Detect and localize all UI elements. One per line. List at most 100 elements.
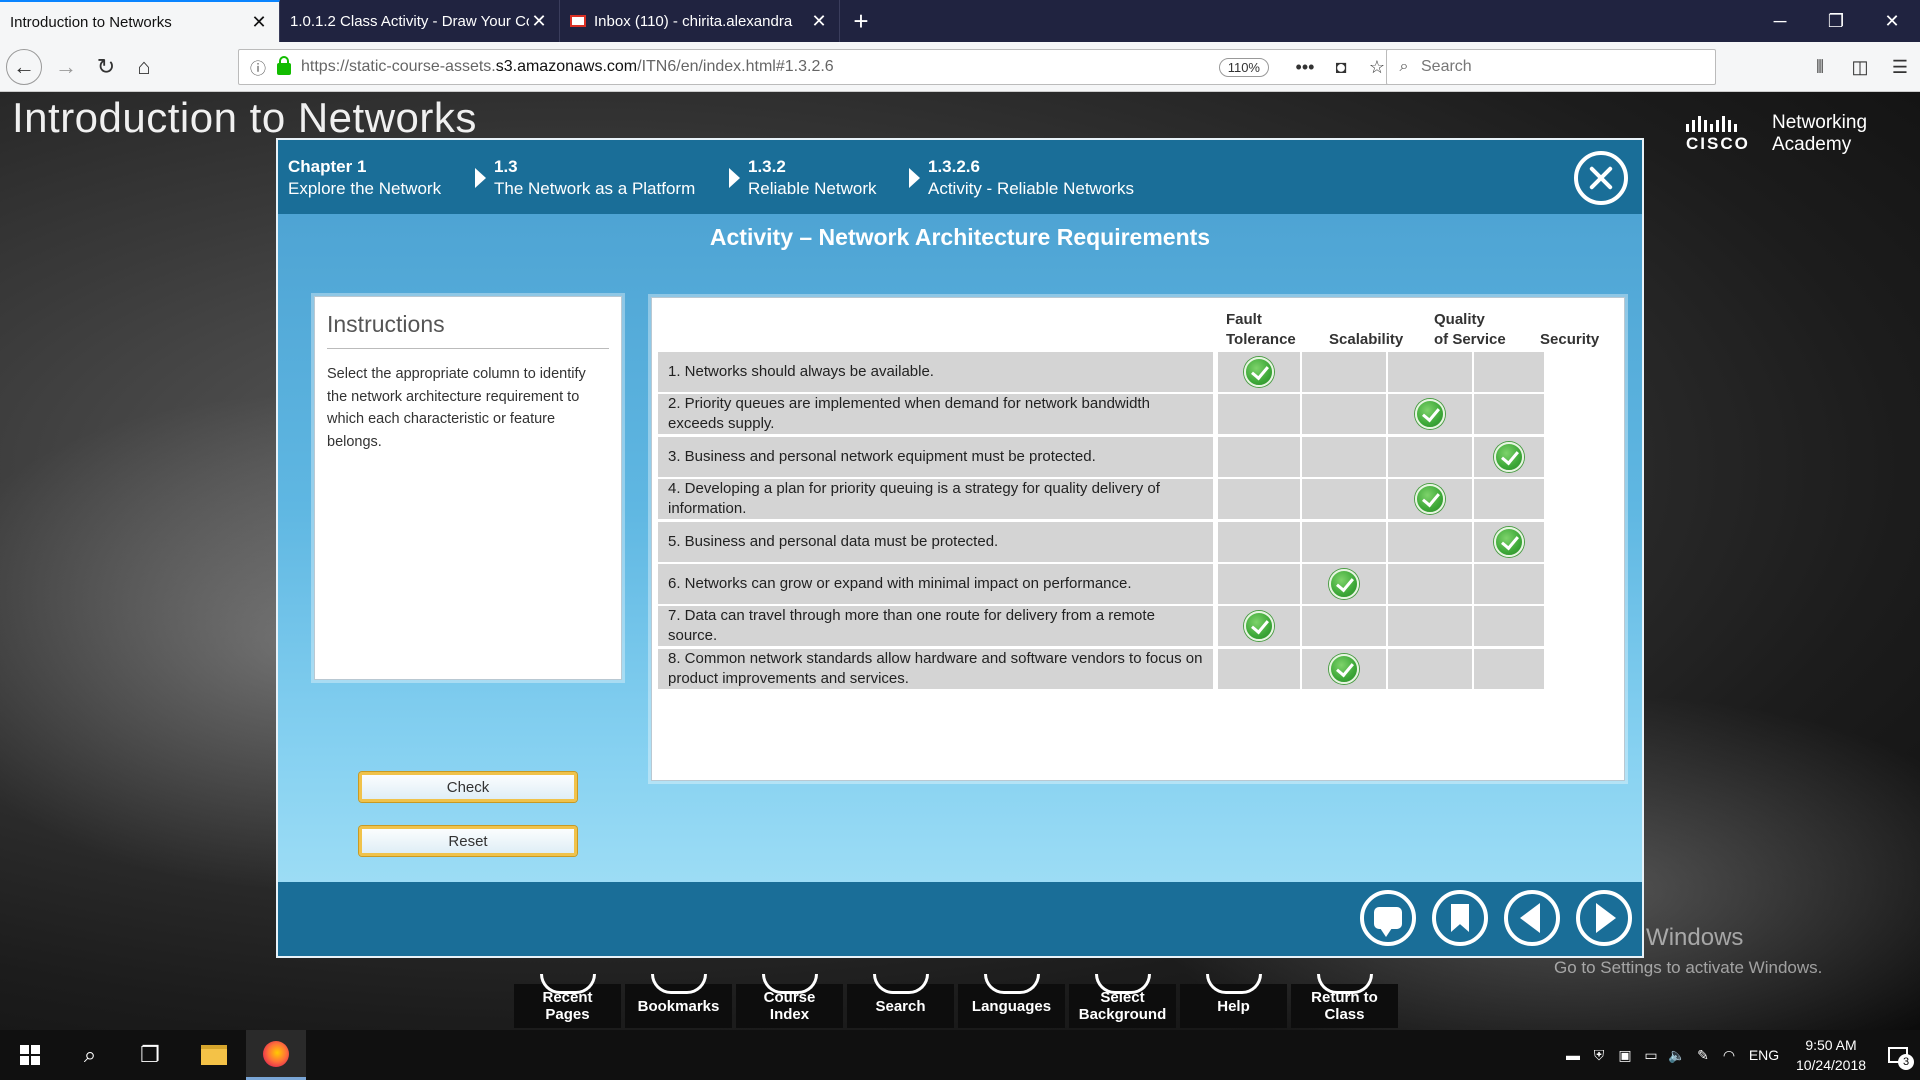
breadcrumb-topic[interactable]: 1.3.2 Reliable Network xyxy=(748,156,877,200)
tab-class-activity[interactable]: 1.0.1.2 Class Activity - Draw Your Co ✕ xyxy=(280,0,560,42)
cell-quality-of-service[interactable] xyxy=(1388,352,1472,392)
cell-scalability[interactable] xyxy=(1302,394,1386,435)
search-button[interactable]: Search xyxy=(847,974,954,1028)
breadcrumb-arrow-icon xyxy=(909,168,920,188)
home-icon[interactable]: ⌂ xyxy=(126,49,162,85)
reset-button[interactable]: Reset xyxy=(359,826,577,856)
security-icon[interactable]: ⛨ xyxy=(1586,1047,1612,1064)
cell-security[interactable] xyxy=(1474,436,1544,477)
reload-icon[interactable]: ↻ xyxy=(88,49,124,85)
next-button[interactable] xyxy=(1576,890,1632,946)
cell-scalability[interactable] xyxy=(1302,521,1386,562)
info-icon[interactable]: ⓘ xyxy=(245,55,271,79)
network-status-icon[interactable]: ▬ xyxy=(1560,1047,1586,1063)
previous-button[interactable] xyxy=(1504,890,1560,946)
help-button[interactable]: Help xyxy=(1180,974,1287,1028)
menu-icon[interactable]: ☰ xyxy=(1880,49,1920,85)
tab-introduction-to-networks[interactable]: Introduction to Networks ✕ xyxy=(0,0,280,42)
languages-button[interactable]: Languages xyxy=(958,974,1065,1028)
forward-arrow-icon[interactable]: → xyxy=(48,49,84,85)
cell-quality-of-service[interactable] xyxy=(1388,521,1472,562)
breadcrumb-chapter[interactable]: Chapter 1 Explore the Network xyxy=(288,156,441,200)
cell-quality-of-service[interactable] xyxy=(1388,606,1472,647)
tab-inbox[interactable]: Inbox (110) - chirita.alexandra ✕ xyxy=(560,0,840,42)
task-view-icon[interactable]: ❐ xyxy=(120,1030,180,1080)
cell-security[interactable] xyxy=(1474,521,1544,562)
input-language[interactable]: ENG xyxy=(1742,1047,1786,1063)
cell-scalability[interactable] xyxy=(1302,479,1386,520)
cell-scalability[interactable] xyxy=(1302,648,1386,689)
sidebar-icon[interactable]: ◫ xyxy=(1840,49,1880,85)
volume-icon[interactable]: 🔈 xyxy=(1664,1047,1690,1064)
cell-scalability[interactable] xyxy=(1302,564,1386,604)
cell-quality-of-service[interactable] xyxy=(1388,479,1472,520)
pen-icon[interactable]: ✎ xyxy=(1690,1047,1716,1064)
app-tray-icon[interactable]: ▣ xyxy=(1612,1047,1638,1064)
bookmarks-icon xyxy=(651,974,707,994)
address-bar[interactable]: ⓘ https://static-course-assets.s3.amazon… xyxy=(238,49,1396,85)
cell-security[interactable] xyxy=(1474,394,1544,435)
battery-icon[interactable]: ▭ xyxy=(1638,1047,1664,1064)
search-icon[interactable]: ⌕ xyxy=(60,1030,120,1080)
search-input[interactable]: ⌕ Search xyxy=(1386,49,1716,85)
minimize-icon[interactable]: ─ xyxy=(1752,0,1808,42)
cell-fault-tolerance[interactable] xyxy=(1218,436,1300,477)
close-tab-icon[interactable]: ✕ xyxy=(809,11,829,32)
firefox-icon[interactable] xyxy=(246,1030,306,1080)
tab-title: Introduction to Networks xyxy=(10,13,172,31)
cell-fault-tolerance[interactable] xyxy=(1218,394,1300,435)
cell-fault-tolerance[interactable] xyxy=(1218,521,1300,562)
cell-fault-tolerance[interactable] xyxy=(1218,479,1300,520)
bookmarks-button[interactable]: Bookmarks xyxy=(625,974,732,1028)
cell-security[interactable] xyxy=(1474,648,1544,689)
select-background-button[interactable]: Select Background xyxy=(1069,974,1176,1028)
cell-security[interactable] xyxy=(1474,352,1544,392)
check-button[interactable]: Check xyxy=(359,772,577,802)
cell-quality-of-service[interactable] xyxy=(1388,648,1472,689)
instructions-panel: Instructions Select the appropriate colu… xyxy=(314,296,622,680)
library-icon[interactable]: ⫴ xyxy=(1800,49,1840,85)
start-button[interactable] xyxy=(0,1030,60,1080)
cell-quality-of-service[interactable] xyxy=(1388,394,1472,435)
restore-icon[interactable]: ❐ xyxy=(1808,0,1864,42)
course-index-button[interactable]: Course Index xyxy=(736,974,843,1028)
new-tab-button[interactable]: + xyxy=(840,0,882,42)
close-modal-button[interactable] xyxy=(1574,151,1628,205)
gmail-icon xyxy=(570,15,586,27)
cell-fault-tolerance[interactable] xyxy=(1218,648,1300,689)
back-arrow-icon[interactable]: ← xyxy=(6,49,42,85)
speech-bubble-icon xyxy=(1374,907,1402,937)
breadcrumb-section[interactable]: 1.3 The Network as a Platform xyxy=(494,156,695,200)
help-icon xyxy=(1206,974,1262,994)
close-tab-icon[interactable]: ✕ xyxy=(529,11,549,32)
return-to-class-button[interactable]: Return to Class xyxy=(1291,974,1398,1028)
pocket-icon[interactable]: ◘ xyxy=(1323,57,1359,78)
clock[interactable]: 9:50 AM 10/24/2018 xyxy=(1786,1035,1876,1075)
cell-security[interactable] xyxy=(1474,606,1544,647)
recent-pages-button[interactable]: Recent Pages xyxy=(514,974,621,1028)
cell-security[interactable] xyxy=(1474,479,1544,520)
cell-scalability[interactable] xyxy=(1302,436,1386,477)
file-explorer-icon[interactable] xyxy=(184,1030,244,1080)
cell-scalability[interactable] xyxy=(1302,606,1386,647)
action-center-button[interactable]: 3 xyxy=(1876,1030,1920,1080)
cell-fault-tolerance[interactable] xyxy=(1218,606,1300,647)
feedback-button[interactable] xyxy=(1360,890,1416,946)
characteristic-text: 7. Data can travel through more than one… xyxy=(658,606,1214,647)
next-arrow-icon xyxy=(1596,903,1616,933)
characteristic-text: 6. Networks can grow or expand with mini… xyxy=(658,564,1214,604)
cell-fault-tolerance[interactable] xyxy=(1218,564,1300,604)
cell-quality-of-service[interactable] xyxy=(1388,436,1472,477)
page-actions-icon[interactable]: ••• xyxy=(1287,57,1323,78)
close-window-icon[interactable]: ✕ xyxy=(1864,0,1920,42)
wifi-icon[interactable]: ◠ xyxy=(1716,1047,1742,1064)
languages-icon xyxy=(984,974,1040,994)
zoom-level[interactable]: 110% xyxy=(1218,57,1269,77)
cell-quality-of-service[interactable] xyxy=(1388,564,1472,604)
cell-scalability[interactable] xyxy=(1302,352,1386,392)
bookmark-button[interactable] xyxy=(1432,890,1488,946)
url-text[interactable]: https://static-course-assets.s3.amazonaw… xyxy=(301,58,1219,76)
cell-fault-tolerance[interactable] xyxy=(1218,352,1300,392)
close-tab-icon[interactable]: ✕ xyxy=(249,12,269,33)
cell-security[interactable] xyxy=(1474,564,1544,604)
